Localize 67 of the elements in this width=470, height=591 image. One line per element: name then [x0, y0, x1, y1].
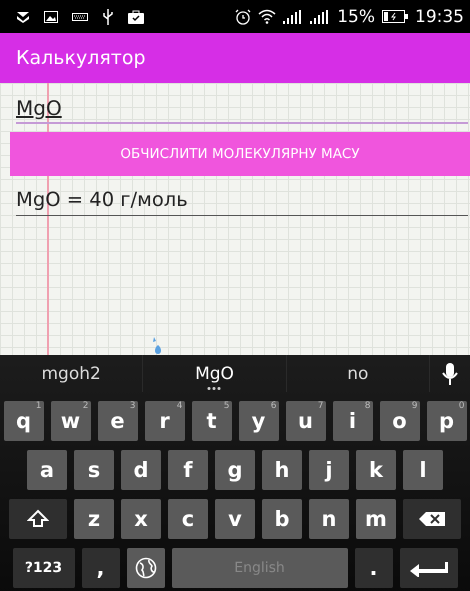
battery-percent: 15% — [337, 6, 375, 26]
letter-key[interactable]: h — [262, 450, 302, 490]
letter-key[interactable]: s — [74, 450, 114, 490]
backspace-key[interactable] — [403, 499, 461, 539]
microphone-icon[interactable] — [442, 362, 458, 384]
language-key[interactable] — [126, 548, 164, 588]
letter-key[interactable]: l — [403, 450, 443, 490]
letter-key[interactable]: j — [309, 450, 349, 490]
image-icon — [44, 10, 58, 22]
wifi-icon — [258, 9, 276, 24]
notification-icon — [16, 10, 30, 22]
punctuation-key[interactable]: , — [82, 548, 120, 588]
letter-key[interactable]: t 5 — [192, 401, 232, 441]
letter-key[interactable]: a — [27, 450, 67, 490]
key-hint: 4 — [176, 401, 182, 411]
key-hint: 3 — [130, 401, 136, 411]
app-title: Калькулятор — [16, 47, 146, 69]
letter-key[interactable]: o 9 — [380, 401, 420, 441]
droplet-icon — [150, 337, 164, 355]
shift-icon — [27, 509, 49, 529]
clock-time: 19:35 — [415, 6, 464, 26]
suggestion[interactable]: mgoh2 — [0, 355, 144, 392]
key-hint: 1 — [36, 401, 42, 411]
key-hint: 8 — [364, 401, 370, 411]
letter-key[interactable]: n — [309, 499, 349, 539]
enter-key[interactable] — [400, 548, 458, 588]
usb-icon — [102, 8, 114, 24]
letter-key[interactable]: e 3 — [98, 401, 138, 441]
keyboard-icon — [72, 12, 88, 20]
letter-key[interactable]: p 0 — [426, 401, 466, 441]
symbols-key[interactable]: ?123 — [12, 548, 74, 588]
suggestion[interactable]: no — [286, 355, 430, 392]
letter-key[interactable]: k — [356, 450, 396, 490]
enter-icon — [408, 559, 448, 577]
key-hint: 5 — [224, 401, 230, 411]
suggestion[interactable]: MgO — [143, 355, 287, 392]
letter-key[interactable]: i 8 — [332, 401, 372, 441]
letter-key[interactable]: u 7 — [286, 401, 326, 441]
letter-key[interactable]: m — [356, 499, 396, 539]
key-hint: 0 — [458, 401, 464, 411]
signal-icon — [283, 10, 304, 24]
letter-key[interactable]: y 6 — [238, 401, 278, 441]
result-text: MgO = 40 г/моль — [16, 188, 468, 216]
letter-key[interactable]: w 2 — [50, 401, 90, 441]
letter-key[interactable]: q 1 — [4, 401, 44, 441]
globe-icon — [134, 557, 156, 579]
key-hint: 2 — [82, 401, 88, 411]
shift-key[interactable] — [9, 499, 67, 539]
signal-icon — [310, 10, 330, 24]
battery-icon — [382, 10, 408, 23]
letter-key[interactable]: z — [74, 499, 114, 539]
letter-key[interactable]: f — [168, 450, 208, 490]
letter-key[interactable]: c — [168, 499, 208, 539]
key-hint: 9 — [412, 401, 418, 411]
punctuation-key[interactable]: . — [354, 548, 392, 588]
input-field[interactable]: MgO — [16, 93, 468, 124]
backspace-icon — [418, 511, 446, 527]
key-hint: 6 — [270, 401, 276, 411]
briefcase-icon — [128, 10, 144, 24]
letter-key[interactable]: v — [215, 499, 255, 539]
key-hint: 7 — [318, 401, 324, 411]
letter-key[interactable]: d — [121, 450, 161, 490]
letter-key[interactable]: x — [121, 499, 161, 539]
letter-key[interactable]: b — [262, 499, 302, 539]
letter-key[interactable]: r 4 — [144, 401, 184, 441]
alarm-icon — [235, 8, 252, 24]
letter-key[interactable]: g — [215, 450, 255, 490]
